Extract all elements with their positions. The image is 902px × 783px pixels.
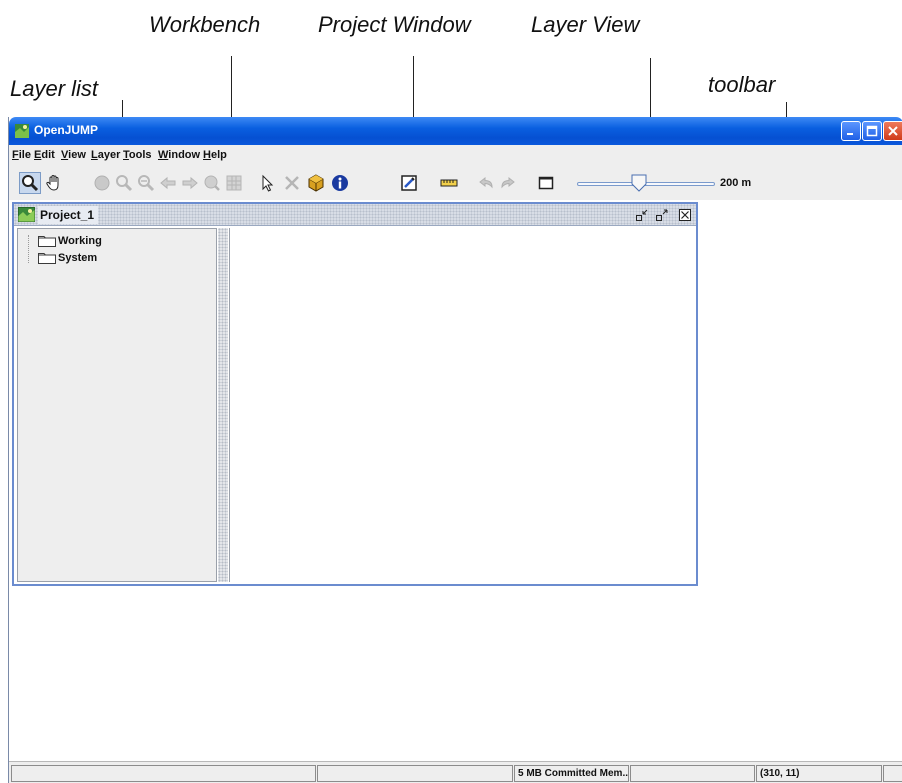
menu-file[interactable]: File — [12, 149, 31, 161]
scale-label: 200 m — [720, 177, 752, 189]
zoom-grid-icon — [226, 175, 242, 191]
select-arrow-icon — [262, 174, 274, 192]
pan-icon — [46, 174, 59, 191]
app-window: OpenJUMP File Edit View Layer Tools Wind… — [8, 117, 902, 783]
annotation-workbench: Workbench — [149, 12, 261, 37]
status-field-6 — [883, 765, 902, 782]
status-bar: 5 MB Committed Mem... (310, 11) — [9, 761, 902, 783]
minimize-icon — [847, 133, 853, 135]
zoom-previous-button[interactable] — [113, 172, 135, 194]
zoom-tool-button[interactable] — [19, 172, 41, 194]
ruler-button[interactable] — [438, 172, 460, 194]
category-label: System — [58, 252, 98, 264]
info-icon — [332, 175, 348, 191]
frame-icon — [538, 176, 554, 190]
folder-icon — [38, 253, 56, 264]
zoom-grid-button[interactable] — [223, 172, 245, 194]
zoom-icon — [22, 175, 39, 192]
undo-button[interactable] — [475, 172, 497, 194]
zoom-back-button[interactable] — [157, 172, 179, 194]
maximize-frame-icon[interactable] — [655, 208, 669, 222]
select-button[interactable] — [257, 172, 279, 194]
zoom-back-icon — [160, 176, 176, 190]
pan-tool-button[interactable] — [43, 172, 65, 194]
maximize-icon — [866, 125, 878, 137]
zoom-full-icon — [94, 175, 110, 191]
scale-slider-thumb[interactable] — [631, 174, 647, 192]
ruler-icon — [440, 179, 458, 187]
folder-icon — [38, 236, 56, 247]
feature-box-icon — [308, 174, 324, 192]
close-icon — [888, 126, 898, 136]
annotation-toolbar: toolbar — [708, 72, 776, 97]
menu-help[interactable]: Help — [203, 149, 227, 161]
iconify-icon[interactable] — [635, 208, 649, 222]
maximize-button[interactable] — [862, 121, 882, 141]
menu-bar: File Edit View Layer Tools Window Help — [9, 145, 902, 167]
zoom-next-icon — [138, 175, 155, 192]
zoom-forward-icon — [182, 176, 198, 190]
category-working[interactable]: Working — [38, 233, 102, 249]
status-field-4 — [630, 765, 755, 782]
openjump-logo-icon — [15, 124, 29, 138]
minimize-button[interactable] — [841, 121, 861, 141]
project-title-bar[interactable]: Project_1 — [14, 204, 696, 226]
zoom-previous-icon — [116, 175, 133, 192]
status-memory[interactable]: 5 MB Committed Mem... — [514, 765, 629, 782]
measure-delete-button[interactable] — [281, 172, 303, 194]
status-coordinates: (310, 11) — [756, 765, 882, 782]
project-title: Project_1 — [38, 206, 99, 224]
info-button[interactable] — [329, 172, 351, 194]
menu-layer[interactable]: Layer — [91, 149, 120, 161]
measure-delete-icon — [285, 176, 299, 190]
redo-icon — [501, 176, 515, 189]
undo-icon — [479, 176, 493, 189]
zoom-next-button[interactable] — [135, 172, 157, 194]
status-message — [11, 765, 316, 782]
annotation-layer-view: Layer View — [531, 12, 640, 37]
annotation-project-window: Project Window — [318, 12, 471, 37]
project-icon — [18, 207, 35, 222]
zoom-selected-button[interactable] — [201, 172, 223, 194]
frame-button[interactable] — [535, 172, 557, 194]
menu-window[interactable]: Window — [158, 149, 200, 161]
window-title: OpenJUMP — [34, 123, 99, 137]
category-label: Working — [58, 235, 102, 247]
menu-view[interactable]: View — [61, 149, 86, 161]
feature-box-button[interactable] — [305, 172, 327, 194]
close-frame-icon[interactable] — [678, 208, 692, 222]
edit-toolbox-icon — [401, 175, 417, 191]
layer-list[interactable]: Working System — [17, 228, 217, 582]
screenshot-root: Workbench Project Window Layer View Laye… — [0, 0, 902, 783]
layer-view[interactable] — [229, 228, 694, 582]
zoom-selected-icon — [204, 175, 220, 191]
project-window: Project_1 Working System — [12, 202, 698, 586]
tree-connector — [28, 235, 29, 263]
zoom-full-button[interactable] — [91, 172, 113, 194]
edit-toolbox-button[interactable] — [398, 172, 420, 194]
status-field-2 — [317, 765, 513, 782]
split-pane-divider[interactable] — [218, 228, 228, 582]
menu-tools[interactable]: Tools — [123, 149, 152, 161]
redo-button[interactable] — [497, 172, 519, 194]
zoom-forward-button[interactable] — [179, 172, 201, 194]
menu-edit[interactable]: Edit — [34, 149, 55, 161]
category-system[interactable]: System — [38, 250, 97, 266]
annotation-layer-list: Layer list — [10, 76, 99, 101]
title-bar[interactable]: OpenJUMP — [9, 117, 902, 145]
close-button[interactable] — [883, 121, 902, 141]
toolbar: 200 m — [9, 167, 902, 200]
